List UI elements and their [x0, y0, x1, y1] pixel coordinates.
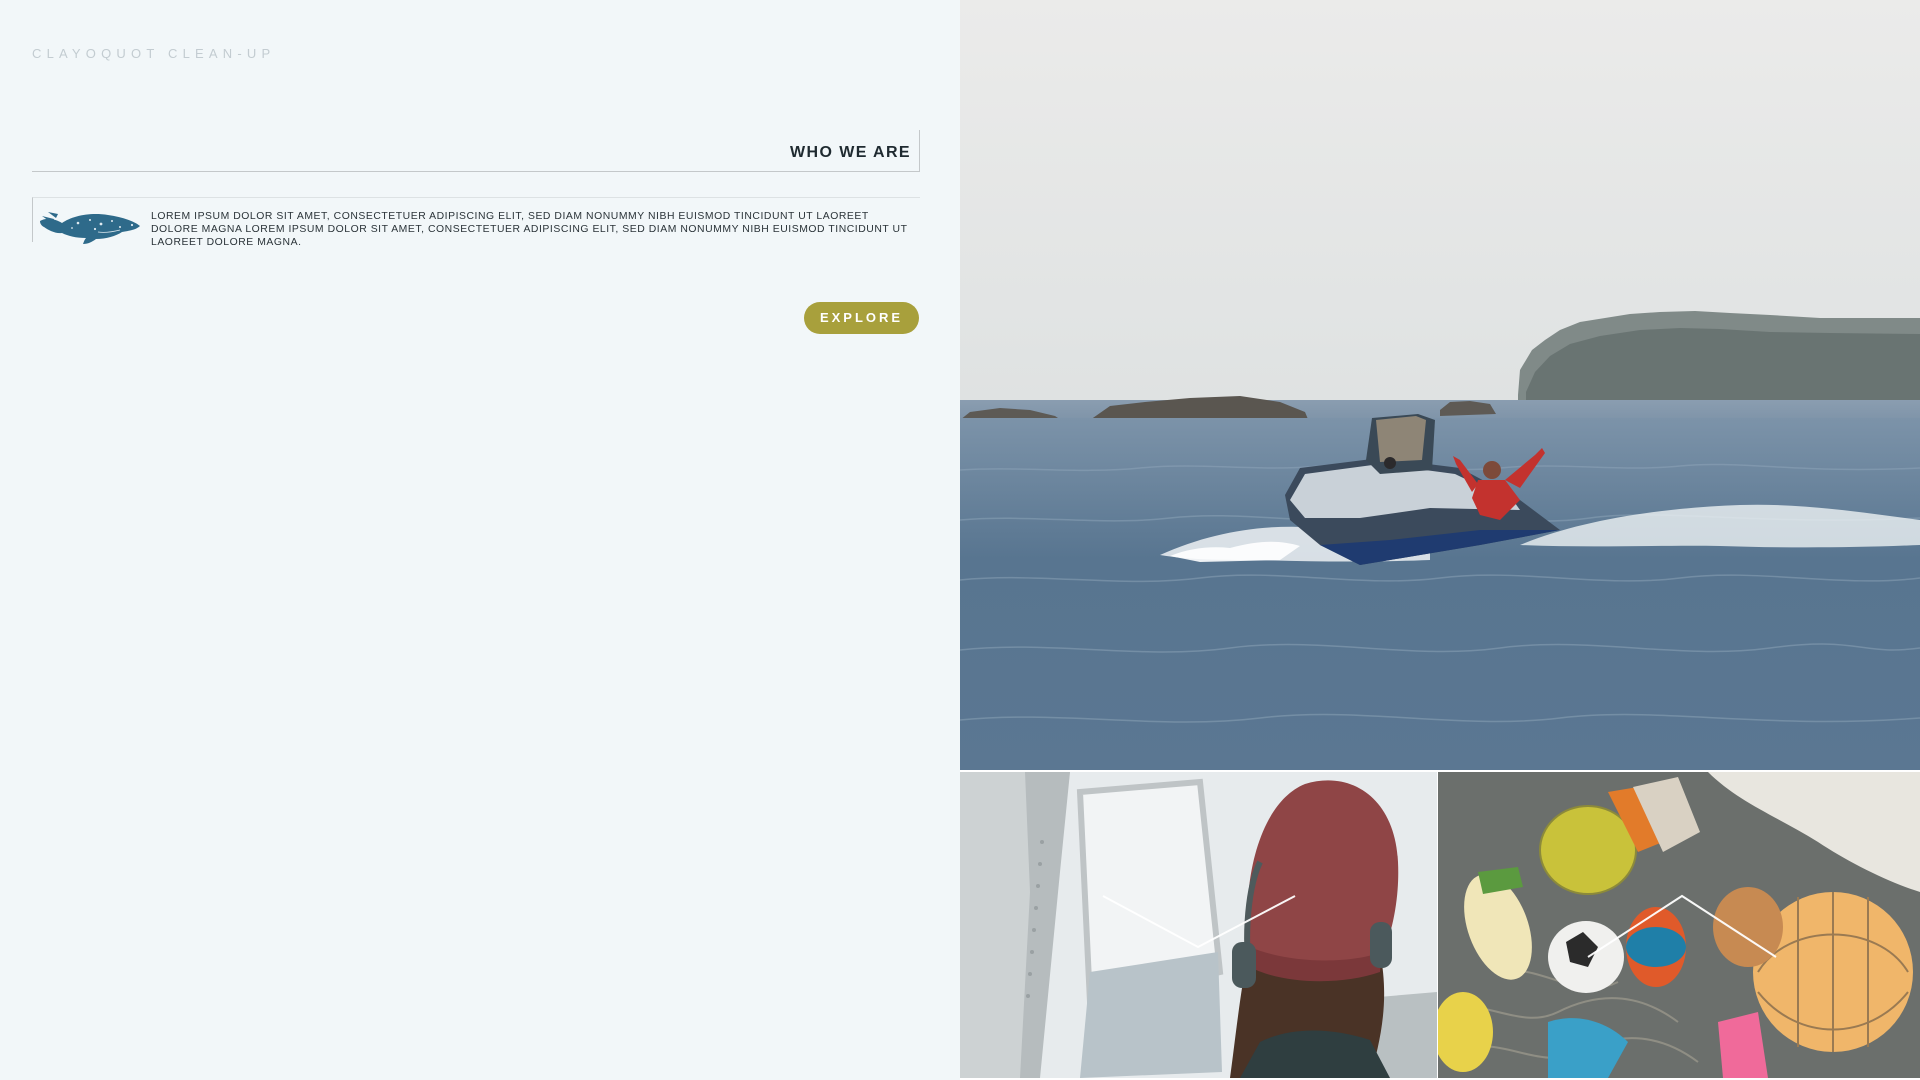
page: CLAYOQUOT CLEAN-UP WHO WE ARE LOREM IPSU…: [0, 0, 1920, 1080]
content-panel: CLAYOQUOT CLEAN-UP WHO WE ARE LOREM IPSU…: [0, 0, 960, 1080]
helicopter-passenger-photo: [960, 772, 1437, 1078]
page-title: WHO WE ARE: [790, 144, 911, 161]
whale-icon: [38, 206, 142, 246]
intro-paragraph: LOREM IPSUM DOLOR SIT AMET, CONSECTETUER…: [151, 211, 908, 248]
intro-block: LOREM IPSUM DOLOR SIT AMET, CONSECTETUER…: [32, 197, 920, 248]
brand-logo-text[interactable]: CLAYOQUOT CLEAN-UP: [32, 46, 275, 61]
section-heading-frame: WHO WE ARE: [32, 130, 920, 172]
photo-gallery: [960, 0, 1920, 1080]
explore-button[interactable]: EXPLORE: [804, 302, 919, 334]
buoys-photo: [1438, 772, 1920, 1078]
boat-photo: [960, 0, 1920, 770]
